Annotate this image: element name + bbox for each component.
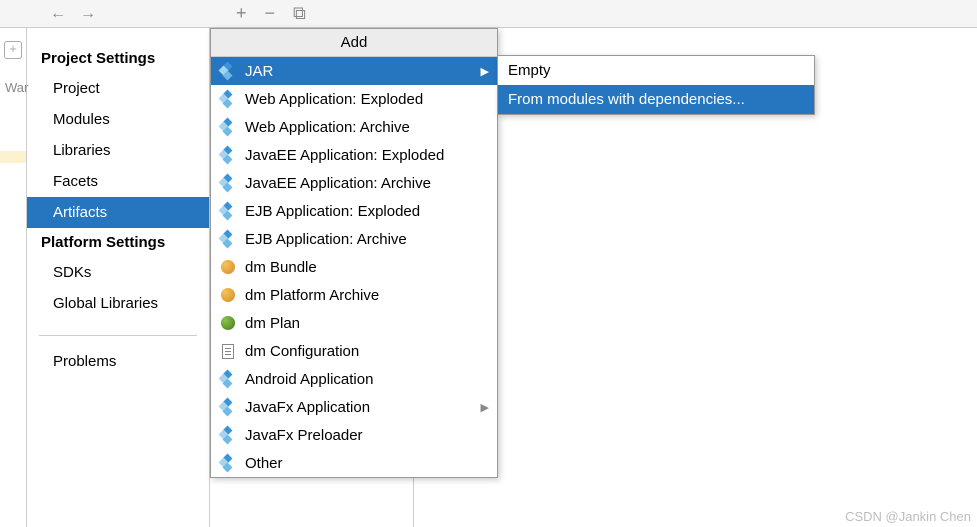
popup-item-web-application-exploded[interactable]: Web Application: Exploded: [211, 85, 497, 113]
sidebar-item-global-libraries[interactable]: Global Libraries: [27, 288, 209, 319]
popup-title: Add: [211, 29, 497, 57]
submenu-item-from-modules-with-dependencies-[interactable]: From modules with dependencies...: [498, 85, 814, 114]
popup-item-label: Android Application: [245, 371, 373, 388]
popup-item-label: EJB Application: Archive: [245, 231, 407, 248]
popup-item-label: EJB Application: Exploded: [245, 203, 420, 220]
popup-item-label: JavaFx Preloader: [245, 427, 363, 444]
sidebar-item-libraries[interactable]: Libraries: [27, 135, 209, 166]
sphere-icon: [219, 314, 237, 332]
diamonds-icon: [219, 202, 237, 220]
diamonds-icon: [219, 90, 237, 108]
diamonds-icon: [219, 230, 237, 248]
popup-item-dm-configuration[interactable]: dm Configuration: [211, 337, 497, 365]
diamonds-icon: [219, 426, 237, 444]
sidebar-item-project[interactable]: Project: [27, 73, 209, 104]
popup-item-label: dm Plan: [245, 315, 300, 332]
globe-icon: [219, 286, 237, 304]
left-gutter: + War: [0, 28, 27, 527]
chevron-right-icon: ▶: [481, 401, 489, 414]
popup-item-javaee-application-archive[interactable]: JavaEE Application: Archive: [211, 169, 497, 197]
sidebar-separator: [39, 335, 197, 336]
diamonds-icon: [219, 62, 237, 80]
doc-icon: [219, 342, 237, 360]
popup-item-label: Web Application: Archive: [245, 119, 410, 136]
add-artifact-popup: Add JAR ▶ Web Application: Exploded Web App…: [210, 28, 498, 478]
diamonds-icon: [219, 398, 237, 416]
popup-item-javafx-preloader[interactable]: JavaFx Preloader: [211, 421, 497, 449]
settings-sidebar: Project Settings Project Modules Librari…: [27, 28, 210, 527]
popup-item-label: Other: [245, 455, 283, 472]
popup-item-dm-bundle[interactable]: dm Bundle: [211, 253, 497, 281]
gutter-add-icon[interactable]: +: [4, 41, 22, 59]
popup-item-ejb-application-archive[interactable]: EJB Application: Archive: [211, 225, 497, 253]
diamonds-icon: [219, 370, 237, 388]
toolbar: ← → + − ⧉: [0, 0, 977, 28]
sidebar-item-artifacts[interactable]: Artifacts: [27, 197, 209, 228]
globe-icon: [219, 258, 237, 276]
submenu-item-empty[interactable]: Empty: [498, 56, 814, 85]
popup-item-ejb-application-exploded[interactable]: EJB Application: Exploded: [211, 197, 497, 225]
sidebar-item-problems[interactable]: Problems: [27, 346, 209, 377]
watermark: CSDN @Jankin Chen: [845, 509, 971, 524]
add-button[interactable]: +: [236, 3, 247, 24]
popup-item-label: dm Configuration: [245, 343, 359, 360]
back-button[interactable]: ←: [50, 5, 66, 23]
diamonds-icon: [219, 174, 237, 192]
copy-button[interactable]: ⧉: [293, 3, 306, 24]
popup-item-label: JavaFx Application: [245, 399, 370, 416]
sidebar-item-sdks[interactable]: SDKs: [27, 257, 209, 288]
remove-button[interactable]: −: [265, 3, 276, 24]
popup-item-label: JAR: [245, 63, 273, 80]
popup-item-label: JavaEE Application: Exploded: [245, 147, 444, 164]
diamonds-icon: [219, 454, 237, 472]
popup-item-label: JavaEE Application: Archive: [245, 175, 431, 192]
project-settings-heading: Project Settings: [27, 44, 209, 73]
popup-item-label: dm Bundle: [245, 259, 317, 276]
popup-item-dm-plan[interactable]: dm Plan: [211, 309, 497, 337]
platform-settings-heading: Platform Settings: [27, 228, 209, 257]
diamonds-icon: [219, 146, 237, 164]
gutter-label: War: [5, 80, 28, 95]
popup-item-android-application[interactable]: Android Application: [211, 365, 497, 393]
popup-item-javaee-application-exploded[interactable]: JavaEE Application: Exploded: [211, 141, 497, 169]
popup-item-jar[interactable]: JAR ▶: [211, 57, 497, 85]
jar-submenu-popup: EmptyFrom modules with dependencies...: [497, 55, 815, 115]
diamonds-icon: [219, 118, 237, 136]
sidebar-item-modules[interactable]: Modules: [27, 104, 209, 135]
forward-button[interactable]: →: [80, 5, 96, 23]
popup-item-label: Web Application: Exploded: [245, 91, 423, 108]
popup-item-web-application-archive[interactable]: Web Application: Archive: [211, 113, 497, 141]
popup-item-other[interactable]: Other: [211, 449, 497, 477]
popup-item-dm-platform-archive[interactable]: dm Platform Archive: [211, 281, 497, 309]
sidebar-item-facets[interactable]: Facets: [27, 166, 209, 197]
popup-item-label: dm Platform Archive: [245, 287, 379, 304]
popup-item-javafx-application[interactable]: JavaFx Application ▶: [211, 393, 497, 421]
chevron-right-icon: ▶: [481, 65, 489, 78]
